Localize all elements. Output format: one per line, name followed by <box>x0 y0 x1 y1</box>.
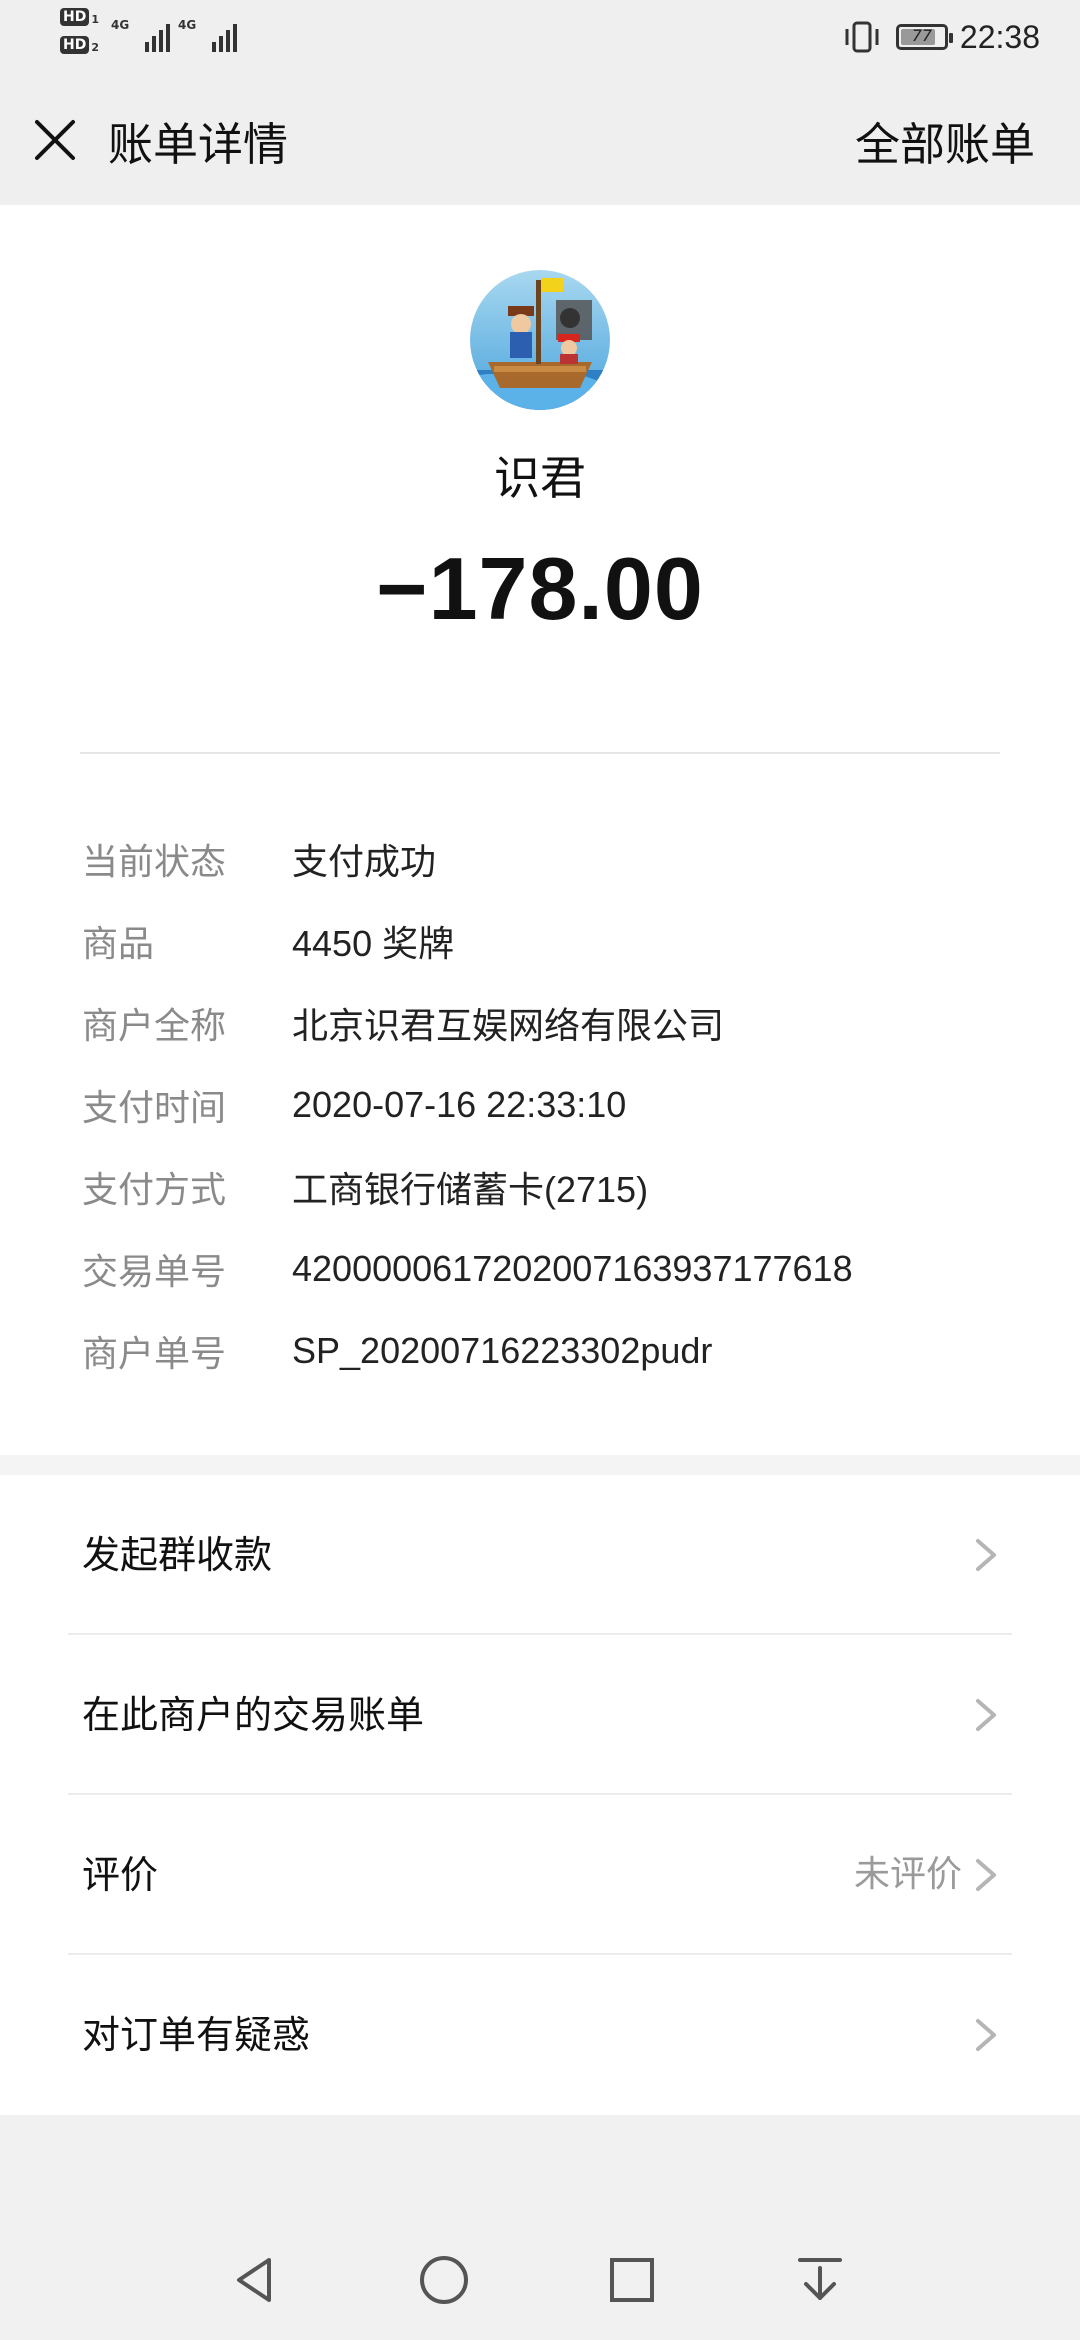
menu-item-review[interactable]: 评价 未评价 <box>0 1795 1080 1955</box>
review-status: 未评价 <box>853 1854 962 1895</box>
navbar: 账单详情 全部账单 <box>0 75 1080 205</box>
detail-label: 当前状态 <box>82 842 227 883</box>
recents-square-icon[interactable] <box>602 2250 662 2310</box>
detail-value: 4450 奖牌 <box>292 923 455 964</box>
hd-label: HD <box>60 8 90 26</box>
detail-value: SP_20200716223302pudr <box>292 1330 713 1371</box>
detail-row-pay-method: 支付方式 工商银行储蓄卡(2715) <box>82 1146 1022 1228</box>
status-bar: HD 1 HD 2 4G 4G 77 22:38 <box>0 0 1080 75</box>
battery-icon: 77 <box>895 24 953 50</box>
network-type-label: 4G <box>178 18 197 32</box>
detail-label: 商户全称 <box>82 1006 227 1047</box>
chevron-right-icon <box>976 1859 996 1891</box>
menu-item-label: 发起群收款 <box>82 1533 273 1577</box>
detail-label: 交易单号 <box>82 1252 227 1293</box>
hd-label: HD <box>60 36 90 54</box>
hd-badge-2: HD 2 <box>60 36 99 54</box>
detail-value: 4200000617202007163937177618 <box>292 1248 853 1289</box>
detail-label: 商品 <box>82 924 155 965</box>
menu-item-label: 在此商户的交易账单 <box>82 1693 425 1737</box>
chevron-right-icon <box>976 2019 996 2051</box>
detail-value: 2020-07-16 22:33:10 <box>292 1084 627 1125</box>
detail-row-status: 当前状态 支付成功 <box>82 818 1022 900</box>
merchant-name: 识君 <box>494 451 586 505</box>
all-bills-link[interactable]: 全部账单 <box>855 115 1035 175</box>
pirate-ship-avatar-image <box>470 270 610 410</box>
section-gap <box>0 1455 1080 1475</box>
hd-sub-label: 1 <box>91 13 99 26</box>
signal-icon: 4G <box>178 8 237 52</box>
page-title: 账单详情 <box>108 118 289 171</box>
back-triangle-icon[interactable] <box>225 2250 285 2310</box>
menu-item-order-question[interactable]: 对订单有疑惑 <box>0 1955 1080 2115</box>
signal-icon: 4G <box>111 8 170 52</box>
clock: 22:38 <box>959 18 1040 55</box>
detail-value: 北京识君互娱网络有限公司 <box>292 1005 725 1046</box>
detail-row-merchant: 商户全称 北京识君互娱网络有限公司 <box>82 982 1022 1064</box>
vibrate-icon <box>845 21 879 53</box>
detail-label: 支付方式 <box>82 1170 227 1211</box>
detail-row-merchant-order-id: 商户单号 SP_20200716223302pudr <box>82 1310 1022 1392</box>
divider <box>80 752 1000 754</box>
close-icon <box>35 120 75 160</box>
menu-item-label: 评价 <box>82 1853 159 1897</box>
menu-item-merchant-bills[interactable]: 在此商户的交易账单 <box>0 1635 1080 1795</box>
amount: −178.00 <box>376 539 704 638</box>
hd-sub-label: 2 <box>91 41 99 54</box>
notification-pulldown-icon[interactable] <box>790 2250 850 2310</box>
detail-value: 工商银行储蓄卡(2715) <box>292 1169 649 1210</box>
close-button[interactable] <box>20 105 90 175</box>
home-circle-icon[interactable] <box>414 2250 474 2310</box>
hd-badge-1: HD 1 <box>60 8 99 26</box>
merchant-avatar[interactable] <box>470 270 610 410</box>
detail-label: 支付时间 <box>82 1088 227 1129</box>
action-menu: 发起群收款 在此商户的交易账单 评价 未评价 对订单有疑惑 <box>0 1475 1080 2115</box>
bill-card: 识君 −178.00 当前状态 支付成功 商品 4450 奖牌 商户全称 北京识… <box>0 205 1080 1455</box>
detail-row-product: 商品 4450 奖牌 <box>82 900 1022 982</box>
menu-item-label: 对订单有疑惑 <box>82 2013 311 2057</box>
detail-label: 商户单号 <box>82 1334 227 1375</box>
menu-item-group-collect[interactable]: 发起群收款 <box>0 1475 1080 1635</box>
detail-row-pay-time: 支付时间 2020-07-16 22:33:10 <box>82 1064 1022 1146</box>
detail-list: 当前状态 支付成功 商品 4450 奖牌 商户全称 北京识君互娱网络有限公司 支… <box>82 818 1022 1392</box>
chevron-right-icon <box>976 1699 996 1731</box>
status-left: HD 1 HD 2 4G 4G <box>60 8 237 54</box>
status-right: 77 22:38 <box>842 12 1040 62</box>
battery-level: 77 <box>911 26 933 45</box>
system-nav-bar <box>0 2210 1080 2340</box>
chevron-right-icon <box>976 1539 996 1571</box>
detail-row-transaction-id: 交易单号 4200000617202007163937177618 <box>82 1228 1022 1310</box>
detail-value: 支付成功 <box>292 841 437 882</box>
network-type-label: 4G <box>111 18 130 32</box>
